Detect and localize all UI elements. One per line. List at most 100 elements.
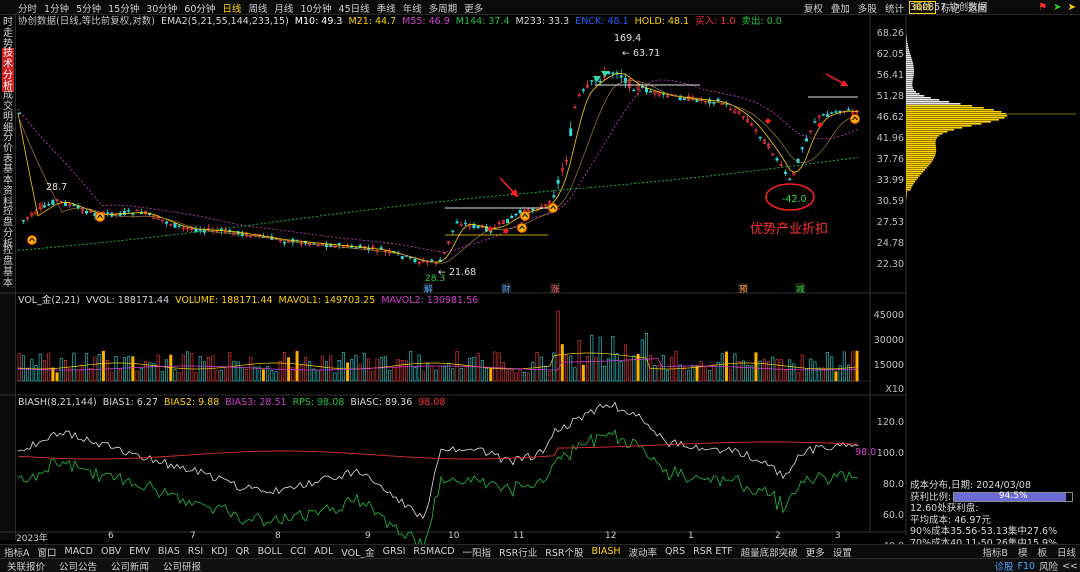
profit-ratio-label: 获利比例:	[910, 491, 952, 503]
indicator-right: 指标B 模板日线	[982, 545, 1076, 559]
volume-bar	[354, 355, 358, 382]
cost-bar	[906, 163, 931, 165]
cost-bar	[906, 133, 943, 135]
volume-bar	[628, 359, 632, 382]
volume-bar	[535, 352, 539, 382]
indicator-tab[interactable]: RSR ETF	[689, 546, 737, 557]
volume-bar	[682, 366, 686, 382]
indicator-tab[interactable]: CCI	[286, 546, 310, 557]
indicator-tab[interactable]: BIASH	[588, 546, 625, 557]
volume-bar	[539, 356, 543, 382]
indicator-tab[interactable]: EMV	[125, 546, 154, 557]
cost-bar	[906, 105, 973, 107]
volume-bar	[118, 368, 122, 382]
volume-bar	[543, 366, 547, 382]
candle-body	[649, 91, 653, 93]
cost-bar	[906, 93, 920, 95]
volume-bar	[316, 369, 320, 382]
indicator-right-tab[interactable]: 板	[1037, 545, 1047, 559]
signal-marker	[548, 203, 558, 213]
indicator-tab[interactable]: KDJ	[207, 546, 231, 557]
indicator-tab[interactable]: ADL	[310, 546, 337, 557]
cost-bar	[906, 139, 936, 141]
status-tab[interactable]: 公司研报	[156, 559, 208, 572]
volume-bar	[489, 368, 493, 382]
indicator-tab[interactable]: 一阳指	[459, 545, 496, 559]
volume-bar	[38, 353, 42, 382]
indicator-tab[interactable]: RSR行业	[495, 545, 541, 559]
volume-bar	[236, 361, 240, 382]
indicator-right-tab[interactable]: 模	[1018, 545, 1028, 559]
candle-body	[590, 80, 594, 82]
price-tick: 33.99	[876, 175, 904, 186]
volume-bar	[788, 359, 792, 382]
candle-body	[194, 228, 198, 232]
volume-bar	[813, 361, 817, 382]
volume-bar	[510, 370, 514, 382]
status-tab[interactable]: 公司新闻	[104, 559, 156, 572]
volume-bar	[392, 366, 396, 382]
indicator-tab[interactable]: VOL_金	[337, 545, 378, 559]
volume-bar	[341, 352, 345, 382]
indicator-tab[interactable]: 超量底部突破	[737, 545, 802, 559]
indicator-tab[interactable]: QR	[232, 546, 254, 557]
month-label: 2	[775, 531, 781, 541]
indicator-tab[interactable]: 设置	[829, 545, 856, 559]
volume-bar	[194, 372, 198, 382]
status-right-item[interactable]: F10	[1018, 561, 1036, 572]
volume-bar	[89, 368, 93, 382]
indicator-tab[interactable]: 更多	[802, 545, 829, 559]
indicator-tab[interactable]: RSR个股	[541, 545, 587, 559]
volume-bar	[186, 351, 190, 382]
indicator-tab[interactable]: BOLL	[254, 546, 286, 557]
candle-body	[518, 209, 522, 214]
volume-bar	[459, 368, 463, 382]
cost-bar	[906, 171, 924, 173]
volume-bar	[122, 357, 126, 382]
candle-body	[106, 212, 110, 215]
candle-body	[47, 204, 51, 206]
candle-body	[72, 204, 76, 206]
indicator-tab[interactable]: BIAS	[154, 546, 184, 557]
volume-bar	[110, 372, 114, 382]
candle-body	[455, 221, 459, 224]
indicator-tab[interactable]: RSI	[184, 546, 207, 557]
candle-body	[569, 128, 573, 136]
status-tab[interactable]: 公司公告	[52, 559, 104, 572]
indicator-tab[interactable]: MACD	[61, 546, 97, 557]
candle-body	[510, 215, 514, 219]
status-right-item[interactable]: <<	[1062, 561, 1078, 572]
cost-bar	[906, 173, 922, 175]
month-label: 11	[513, 531, 525, 541]
indicator-tab[interactable]: 指标A	[0, 545, 34, 559]
indicator-right-tab[interactable]: 指标B	[982, 545, 1008, 559]
volume-bar	[855, 350, 859, 382]
low-sub-label: 28.3	[425, 274, 445, 284]
candle-body	[581, 89, 585, 91]
stock-chart[interactable]: 169.4← 63.71← 21.6828.328.78-42.0优势产业折扣9…	[0, 0, 1080, 560]
indicator-tab[interactable]: RSMACD	[409, 546, 458, 557]
status-right-item[interactable]: 诊股	[994, 559, 1013, 572]
cost-date: 成本分布,日期: 2024/03/08	[910, 480, 1031, 491]
cost-bar	[906, 141, 936, 143]
bias-green-line	[17, 429, 859, 551]
indicator-tab[interactable]: 窗口	[34, 545, 61, 559]
volume-bar	[826, 352, 830, 382]
candle-body	[598, 80, 602, 83]
candle-body	[821, 114, 825, 116]
volume-bar	[47, 353, 51, 382]
indicator-tab[interactable]: OBV	[97, 546, 125, 557]
volume-bar	[842, 351, 846, 382]
volume-bar	[333, 372, 337, 382]
candle-body	[783, 171, 787, 174]
volume-bar	[127, 356, 131, 382]
status-right: 诊股 F10 风险 <<	[994, 559, 1078, 572]
status-right-item[interactable]: 风险	[1039, 559, 1058, 572]
indicator-tab[interactable]: GRSI	[379, 546, 410, 557]
indicator-right-tab[interactable]: 日线	[1057, 545, 1076, 559]
volume-bar	[754, 352, 758, 382]
status-tab[interactable]: 关联报价	[0, 559, 52, 572]
indicator-tab[interactable]: 波动率	[625, 545, 662, 559]
candle-body	[682, 98, 686, 101]
indicator-tab[interactable]: QRS	[661, 546, 689, 557]
